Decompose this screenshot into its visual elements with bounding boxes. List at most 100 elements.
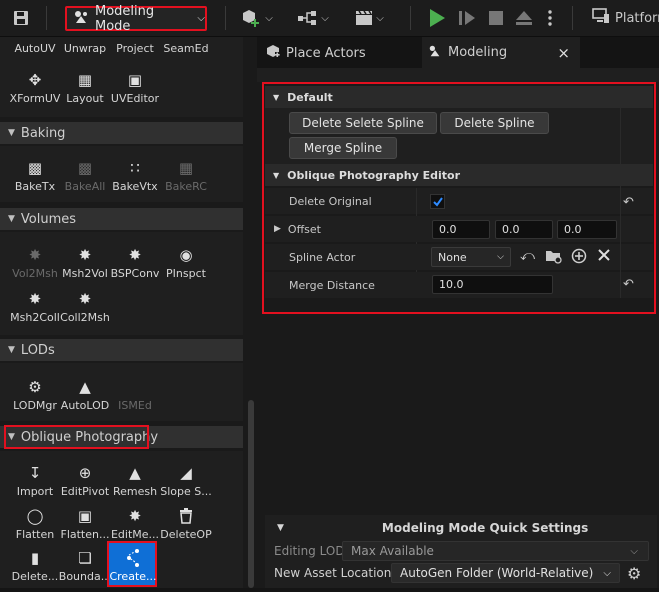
platforms-icon	[592, 8, 610, 28]
tool-remesh[interactable]: ▲ Remesh	[109, 463, 161, 507]
tool-label: Flatten...	[60, 528, 110, 541]
tool-ismed[interactable]: ISMEd	[109, 377, 161, 421]
platforms-menu[interactable]: Platform	[592, 7, 659, 29]
bake-texture-icon: ▩	[27, 159, 43, 177]
tab-place-actors[interactable]: Place Actors	[262, 40, 422, 66]
boundary-cube-icon: ❏	[78, 549, 92, 567]
play-icon[interactable]	[426, 7, 448, 29]
physics-inspector-icon: ◉	[179, 246, 193, 264]
tab-modeling[interactable]: Modeling ×	[422, 37, 580, 68]
tool-label: PInspct	[166, 267, 206, 280]
tool-bakevtx[interactable]: ∷ BakeVtx	[109, 158, 161, 202]
tool-vol2msh[interactable]: ✸ Vol2Msh	[9, 245, 61, 289]
tool-xformuv[interactable]: ✥ XFormUV	[9, 70, 61, 114]
new-asset-location-value: AutoGen Folder (World-Relative)	[400, 566, 594, 580]
tool-layout[interactable]: ▦ Layout	[59, 70, 111, 114]
editing-lod-label: Editing LOD	[274, 544, 345, 558]
section-title: Baking	[20, 125, 66, 141]
save-icon[interactable]	[10, 7, 32, 29]
quick-settings-header[interactable]: ▼ Modeling Mode Quick Settings	[265, 517, 657, 539]
mesh-to-collision-icon: ✸	[28, 290, 42, 308]
stop-icon[interactable]	[485, 7, 507, 29]
tool-label: Unwrap	[63, 42, 107, 55]
tool-label: AutoUV	[14, 42, 56, 55]
section-title: LODs	[20, 342, 55, 358]
tool-lodmgr[interactable]: ⚙ LODMgr	[9, 377, 61, 421]
modeling-mode-icon	[73, 9, 89, 29]
collapse-triangle-icon: ▼	[277, 523, 284, 533]
tool-autolod[interactable]: ▲ AutoLOD	[59, 377, 111, 421]
tool-flatten[interactable]: ◯ Flatten	[9, 506, 61, 550]
tool-baketx[interactable]: ▩ BakeTx	[9, 158, 61, 202]
tool-deleteop[interactable]: DeleteOP	[160, 506, 212, 550]
more-options-icon[interactable]	[544, 7, 556, 29]
tool-label: LODMgr	[13, 399, 57, 412]
chevron-down-icon: ⌵	[197, 13, 205, 24]
new-asset-location-dropdown[interactable]: AutoGen Folder (World-Relative) ⌵	[391, 563, 620, 583]
tool-label: Vol2Msh	[12, 267, 58, 280]
tool-label: BakeTx	[14, 180, 56, 193]
section-header-volumes[interactable]: ▼ Volumes	[0, 208, 243, 230]
tool-label: Coll2Msh	[60, 311, 110, 324]
bake-rc-icon: ▦	[178, 159, 194, 177]
flatten-icon: ◯	[26, 507, 44, 525]
mesh-to-volume-icon: ✸	[78, 246, 92, 264]
cinematics-icon[interactable]: ⌵	[350, 7, 388, 29]
tool-label: EditMe...	[110, 528, 160, 541]
settings-gear-icon[interactable]: ⚙	[627, 564, 645, 583]
tool-label: ISMEd	[118, 399, 152, 412]
tool-bspconv[interactable]: ✸ BSPConv	[109, 245, 161, 289]
tool-slope[interactable]: ◢ Slope S...	[160, 463, 212, 507]
tool-label: Delete...	[11, 570, 59, 583]
tool-label: Layout	[66, 92, 104, 105]
tool-delete[interactable]: ▮ Delete...	[9, 548, 61, 592]
tool-label: Flatten	[15, 528, 55, 541]
tool-bakeall[interactable]: ▩ BakeAll	[59, 158, 111, 202]
tool-label: Import	[16, 485, 54, 498]
eject-icon[interactable]	[513, 7, 535, 29]
bake-vertex-icon: ∷	[130, 159, 140, 177]
auto-lod-icon: ▲	[79, 378, 91, 396]
chevron-down-icon: ⌵	[630, 545, 638, 557]
chevron-down-icon: ⌵	[603, 567, 611, 579]
remesh-icon: ▲	[129, 464, 141, 482]
close-icon[interactable]: ×	[557, 44, 570, 62]
section-header-lods[interactable]: ▼ LODs	[0, 339, 243, 361]
tool-boundary[interactable]: ❏ Bounda...	[59, 548, 111, 592]
blueprint-icon[interactable]: ⌵	[294, 7, 332, 29]
main-toolbar: Modeling Mode ⌵ ⌵ ⌵ ⌵ Platform	[0, 0, 659, 37]
tool-label: Create...	[109, 570, 157, 583]
tool-pinspct[interactable]: ◉ PInspct	[160, 245, 212, 289]
add-actor-icon[interactable]: ⌵	[238, 7, 276, 29]
tool-msh2coll[interactable]: ✸ Msh2Coll	[9, 289, 61, 333]
palette-scrollbar[interactable]	[248, 400, 254, 588]
tool-create[interactable]: Create...	[107, 548, 159, 592]
advance-frame-icon[interactable]	[456, 7, 478, 29]
tool-label: UVEditor	[110, 92, 160, 105]
tool-bakerc[interactable]: ▦ BakeRC	[160, 158, 212, 202]
editing-lod-dropdown[interactable]: Max Available ⌵	[342, 541, 649, 561]
section-header-baking[interactable]: ▼ Baking	[0, 122, 243, 144]
uv-editor-icon: ▣	[127, 71, 143, 89]
editing-lod-value: Max Available	[351, 544, 434, 558]
import-icon: ↧	[28, 464, 42, 482]
column-divider	[620, 108, 621, 298]
tool-label: Msh2Coll	[10, 311, 60, 324]
place-actors-icon	[266, 44, 280, 62]
tab-label: Place Actors	[286, 45, 366, 61]
tool-editpivot[interactable]: ⊕ EditPivot	[59, 463, 111, 507]
platforms-label: Platform	[615, 10, 659, 26]
tool-seamed[interactable]: SeamEd	[160, 42, 212, 86]
tool-label: Bounda...	[58, 570, 112, 583]
ism-editor-icon	[125, 377, 145, 397]
edit-pivot-icon: ⊕	[78, 464, 92, 482]
tool-coll2msh[interactable]: ✸ Coll2Msh	[59, 289, 111, 333]
tool-import[interactable]: ↧ Import	[9, 463, 61, 507]
tool-flatten-2[interactable]: ▣ Flatten...	[59, 506, 111, 550]
tool-msh2vol[interactable]: ✸ Msh2Vol	[59, 245, 111, 289]
tool-uveditor[interactable]: ▣ UVEditor	[109, 70, 161, 114]
modeling-mode-dropdown[interactable]: Modeling Mode ⌵	[65, 3, 207, 34]
collapse-triangle-icon: ▼	[8, 214, 15, 224]
tool-label: Slope S...	[160, 485, 212, 498]
modeling-mode-label: Modeling Mode	[95, 3, 155, 34]
